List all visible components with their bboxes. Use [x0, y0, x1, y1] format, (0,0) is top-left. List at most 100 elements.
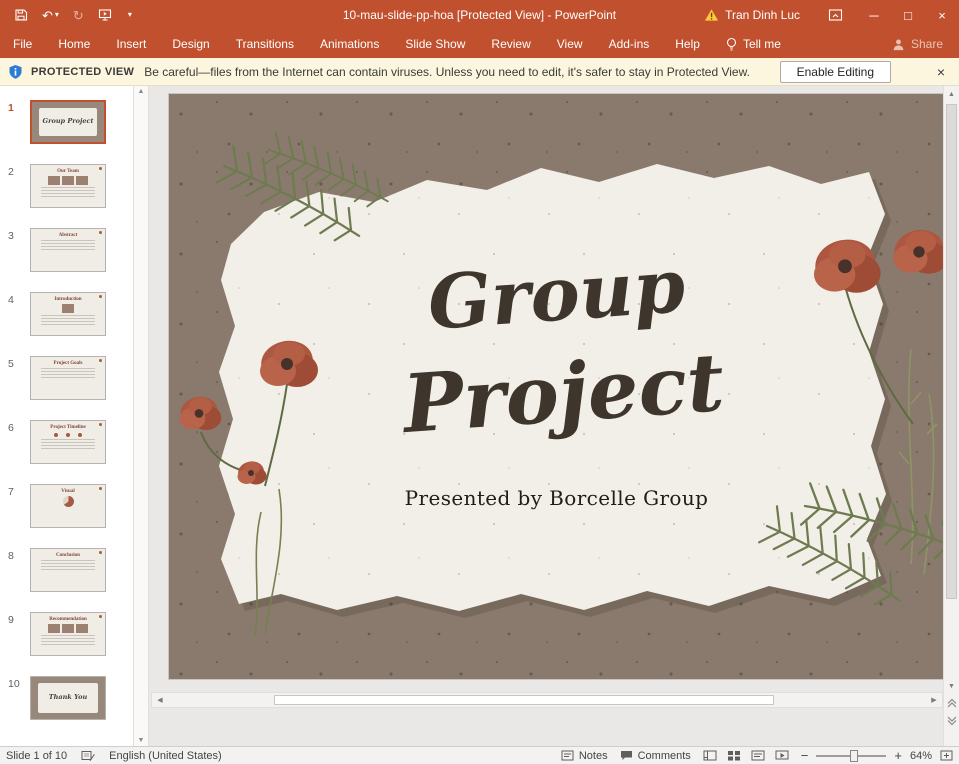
undo-icon[interactable]: ↶▾	[42, 9, 59, 22]
start-slideshow-icon[interactable]	[98, 8, 112, 22]
thumbnail-title: Our Team	[31, 169, 105, 174]
zoom-in-button[interactable]: +	[894, 749, 902, 762]
proofing-icon[interactable]	[81, 750, 95, 762]
slide-number: 7	[4, 484, 24, 528]
tab-animations[interactable]: Animations	[307, 30, 392, 58]
scroll-up-icon[interactable]: ▲	[138, 88, 145, 95]
thumbnail-title: Recommendation	[31, 617, 105, 622]
comments-toggle[interactable]: Comments	[620, 750, 691, 762]
slide-thumbnail-3[interactable]: 3 Abstract	[4, 228, 127, 272]
horizontal-scroll-thumb[interactable]	[274, 695, 774, 705]
lightbulb-icon	[725, 37, 738, 51]
slide-editor-area: Group Project Presented by Borcelle Grou…	[149, 86, 959, 746]
slide-artwork	[169, 94, 944, 679]
scroll-left-icon[interactable]: ◀	[152, 692, 168, 708]
protected-view-label: PROTECTED VIEW	[31, 66, 134, 78]
zoom-slider[interactable]	[816, 755, 886, 757]
redo-icon[interactable]: ↻	[73, 9, 84, 22]
main-area: 1 Group Project 2 Our Team 3 Abstract 4 …	[0, 86, 959, 746]
thumbnail-title: Thank You	[49, 694, 87, 701]
slideshow-view-icon[interactable]	[775, 750, 789, 761]
scroll-right-icon[interactable]: ▶	[926, 692, 942, 708]
slide-sorter-view-icon[interactable]	[727, 750, 741, 761]
slide-thumbnail-8[interactable]: 8 Conclusion	[4, 548, 127, 592]
tab-view[interactable]: View	[544, 30, 596, 58]
person-icon	[892, 38, 905, 51]
tab-addins[interactable]: Add-ins	[596, 30, 663, 58]
tab-insert[interactable]: Insert	[103, 30, 159, 58]
thumbnail-title: Conclusion	[31, 553, 105, 558]
slide-thumbnail-5[interactable]: 5 Project Goals	[4, 356, 127, 400]
previous-slide-button[interactable]	[944, 694, 959, 712]
slide-indicator[interactable]: Slide 1 of 10	[6, 750, 67, 762]
dismiss-bar-icon[interactable]: ×	[931, 64, 951, 80]
tab-file[interactable]: File	[0, 30, 45, 58]
account-info[interactable]: Tran Dinh Luc	[690, 8, 814, 22]
thumbnail-title: Project Timeline	[31, 425, 105, 430]
shield-info-icon	[8, 64, 23, 80]
slide-thumbnail-7[interactable]: 7 Visual	[4, 484, 127, 528]
tab-home[interactable]: Home	[45, 30, 103, 58]
language-indicator[interactable]: English (United States)	[109, 750, 222, 762]
fit-slide-to-window-icon[interactable]	[940, 750, 953, 761]
slide-number: 8	[4, 548, 24, 592]
slide-canvas[interactable]: Group Project Presented by Borcelle Grou…	[169, 94, 944, 679]
scroll-up-icon[interactable]: ▲	[944, 86, 959, 102]
scroll-down-icon[interactable]: ▼	[944, 678, 959, 694]
tab-help[interactable]: Help	[662, 30, 713, 58]
customize-qat-caret-icon[interactable]: ▾	[126, 11, 132, 19]
slide-thumbnail-panel: 1 Group Project 2 Our Team 3 Abstract 4 …	[0, 86, 133, 746]
slide-number: 5	[4, 356, 24, 400]
slide-thumbnail-10[interactable]: 10 Thank You	[4, 676, 127, 720]
tab-design[interactable]: Design	[159, 30, 222, 58]
vertical-scrollbar[interactable]: ▲ ▼	[943, 86, 959, 746]
slide-thumbnail-1[interactable]: 1 Group Project	[4, 100, 127, 144]
slide-number: 9	[4, 612, 24, 656]
slide-thumbnail-9[interactable]: 9 Recommendation	[4, 612, 127, 656]
maximize-button[interactable]: □	[891, 0, 925, 30]
tab-review[interactable]: Review	[478, 30, 543, 58]
slide-thumbnail-2[interactable]: 2 Our Team	[4, 164, 127, 208]
thumbnail-title: Introduction	[31, 297, 105, 302]
slide-number: 6	[4, 420, 24, 464]
slide-number: 10	[4, 676, 24, 720]
reading-view-icon[interactable]	[751, 750, 765, 761]
zoom-level[interactable]: 64%	[910, 750, 932, 762]
scroll-down-icon[interactable]: ▼	[138, 737, 145, 744]
notes-toggle[interactable]: Notes	[561, 750, 608, 762]
tell-me-box[interactable]: Tell me	[713, 30, 793, 58]
slide-thumbnail-4[interactable]: 4 Introduction	[4, 292, 127, 336]
minimize-button[interactable]: ─	[857, 0, 891, 30]
slide-thumbnail-6[interactable]: 6 Project Timeline	[4, 420, 127, 464]
protected-view-bar: PROTECTED VIEW Be careful—files from the…	[0, 58, 959, 86]
view-switcher	[703, 750, 789, 761]
thumbnail-title: Project Goals	[31, 361, 105, 366]
thumbnail-title: Visual	[31, 489, 105, 494]
tab-transitions[interactable]: Transitions	[223, 30, 307, 58]
user-name: Tran Dinh Luc	[725, 8, 800, 22]
slide-number: 2	[4, 164, 24, 208]
ribbon-display-options-icon[interactable]	[814, 8, 857, 22]
thumbnail-title: Group Project	[43, 118, 94, 125]
share-button[interactable]: Share	[876, 37, 959, 51]
zoom-controls: − + 64%	[801, 749, 953, 762]
quick-access-toolbar: ↶▾ ↻ ▾	[0, 8, 146, 22]
protected-view-message: Be careful—files from the Internet can c…	[144, 65, 750, 79]
thumbnail-panel-scrollbar[interactable]: ▲ ▼	[133, 86, 149, 746]
horizontal-scrollbar[interactable]: ◀ ▶	[151, 692, 943, 708]
warning-icon	[704, 8, 719, 22]
slide-number: 3	[4, 228, 24, 272]
close-button[interactable]: ×	[925, 0, 959, 30]
zoom-out-button[interactable]: −	[801, 749, 809, 762]
normal-view-icon[interactable]	[703, 750, 717, 761]
slide-number: 1	[4, 100, 24, 144]
tab-slideshow[interactable]: Slide Show	[392, 30, 478, 58]
vertical-scroll-thumb[interactable]	[946, 104, 957, 599]
next-slide-button[interactable]	[944, 712, 959, 730]
save-icon[interactable]	[14, 8, 28, 22]
enable-editing-button[interactable]: Enable Editing	[780, 61, 891, 83]
title-bar: ↶▾ ↻ ▾ 10-mau-slide-pp-hoa [Protected Vi…	[0, 0, 959, 30]
thumbnail-title: Abstract	[31, 233, 105, 238]
slide-number: 4	[4, 292, 24, 336]
zoom-slider-knob[interactable]	[850, 750, 858, 762]
